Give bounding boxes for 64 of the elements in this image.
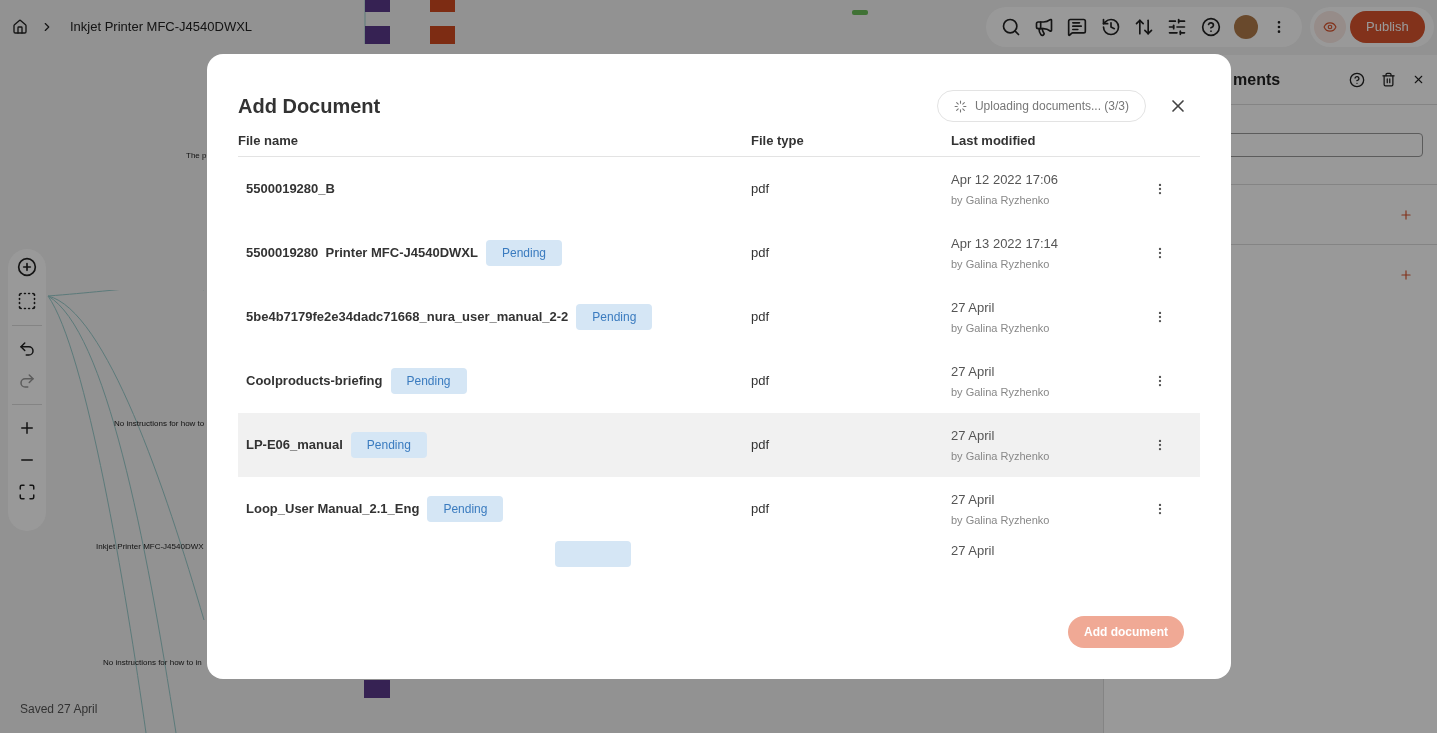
node-label: Inkjet Printer MFC-J4540DWX: [96, 541, 204, 553]
trash-icon[interactable]: [1381, 72, 1396, 87]
sort-icon[interactable]: [1133, 17, 1154, 37]
help-icon[interactable]: [1349, 71, 1365, 88]
file-name: 5500019280_B: [246, 180, 335, 199]
status-badge: Pending: [485, 240, 562, 266]
status-badge: Pending: [350, 432, 427, 458]
close-icon[interactable]: [1412, 73, 1425, 86]
file-type: pdf: [751, 308, 771, 327]
history-icon[interactable]: [1100, 17, 1121, 37]
modified-by: by Galina Ryzhenko: [951, 320, 1051, 336]
home-icon[interactable]: [12, 19, 28, 35]
status-badge: Pending: [427, 496, 504, 522]
node-label: No instructions for how to: [114, 418, 205, 430]
node-label: The p: [186, 150, 207, 162]
modified-date: 27 April: [951, 491, 996, 509]
modified-date: 27 April: [951, 363, 996, 381]
spinner-icon: [953, 99, 967, 113]
modified-date: 27 April: [951, 542, 995, 560]
zoom-in-icon[interactable]: [18, 419, 36, 437]
file-name: 5be4b7179fe2e34dadc71668_nura_user_manual_2-2: [246, 308, 569, 327]
modified-by: by Galina Ryzhenko: [951, 448, 1051, 464]
column-header[interactable]: File name: [238, 130, 751, 150]
preview-button[interactable]: [1314, 11, 1346, 43]
file-name: 5500019280 Printer MFC-J4540DWXL: [246, 244, 478, 263]
modified-by: by Galina Ryzhenko: [951, 512, 1051, 528]
flow-node-icon: [852, 10, 868, 15]
status-badge: Pending: [390, 368, 467, 394]
page-title: Inkjet Printer MFC-J4540DWXL: [70, 18, 253, 37]
column-header[interactable]: Last modified: [951, 130, 1036, 150]
modified-date: Apr 13 2022 17:14: [951, 235, 1059, 253]
add-node-icon[interactable]: [17, 257, 37, 277]
undo-icon[interactable]: [18, 340, 36, 358]
flow-node-icon: [364, 680, 390, 698]
file-type: pdf: [751, 244, 771, 263]
file-name: Loop_User Manual_2.1_Eng: [246, 500, 420, 519]
modified-date: 27 April: [951, 427, 996, 445]
modified-by: by Galina Ryzhenko: [951, 192, 1051, 208]
panel-title: ments: [1233, 69, 1282, 90]
megaphone-icon[interactable]: [1034, 17, 1054, 37]
fit-screen-icon[interactable]: [18, 483, 36, 501]
comment-icon[interactable]: [1067, 17, 1088, 37]
dialog-title: Add Document: [238, 94, 382, 119]
save-status: Saved 27 April: [20, 701, 98, 718]
file-type: pdf: [751, 180, 771, 199]
avatar[interactable]: [1233, 15, 1258, 39]
node-label: No instructions for how to in: [103, 657, 202, 669]
eye-icon: [1323, 20, 1337, 34]
file-type: pdf: [751, 436, 771, 455]
modified-by: by Galina Ryzhenko: [951, 384, 1051, 400]
column-header[interactable]: File type: [751, 130, 951, 150]
file-type: pdf: [751, 372, 771, 391]
search-icon[interactable]: [1000, 17, 1021, 37]
file-type: pdf: [751, 500, 771, 519]
modified-date: Apr 12 2022 17:06: [951, 171, 1059, 189]
modified-date: 27 April: [951, 299, 996, 317]
document-row[interactable]: LP-E06_manual Pending pdf 27 April by Galina Ryzhenko: [238, 413, 1200, 477]
select-icon[interactable]: [17, 291, 37, 311]
modified-by: by Galina Ryzhenko: [951, 256, 1051, 272]
help-icon[interactable]: [1200, 17, 1221, 37]
status-badge: Pending: [576, 304, 653, 330]
file-name: Coolproducts-briefing: [246, 372, 383, 391]
file-name: LP-E06_manual: [246, 436, 343, 455]
settings-icon[interactable]: [1167, 17, 1188, 37]
